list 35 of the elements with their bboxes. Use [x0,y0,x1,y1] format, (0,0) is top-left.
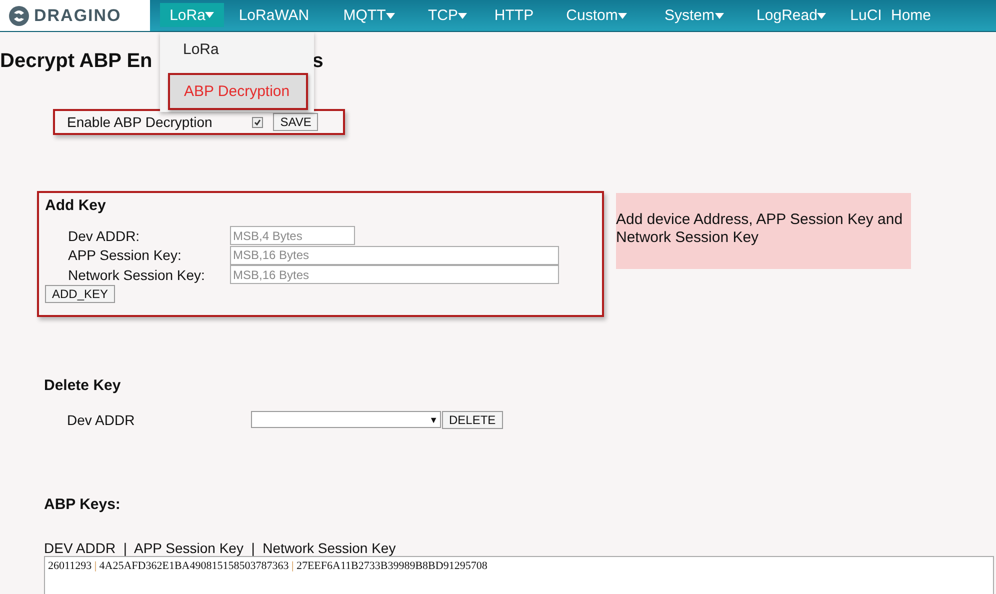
section-title: Delete Key [44,377,122,394]
add-key-button[interactable]: ADD_KEY [45,284,116,302]
enable-checkbox[interactable] [252,116,264,128]
field-label: APP Session Key: [67,247,182,264]
dragino-logo: DRAGINO [0,0,150,31]
nav-tab[interactable]: HTTP [481,0,547,31]
page-title: Decrypt ABP En [0,50,152,73]
field-label: Network Session Key: [67,266,206,283]
nav-tab[interactable]: TCP [414,0,481,31]
input-field[interactable]: MSB,4 Bytes [230,226,355,246]
enable-label: Enable ABP Decryption [67,114,212,130]
logo-icon [8,4,30,26]
dev-addr-select[interactable]: ▼ [251,411,441,428]
field-label: Dev ADDR [66,412,136,428]
nav-tab[interactable]: System [646,0,742,31]
menu-item[interactable]: ABP Decryption [168,73,308,110]
nav-tab[interactable]: LuCI [841,0,891,31]
column-header: DEV ADDR | APP Session Key | Network Session Key [44,540,397,556]
save-button[interactable]: SAVE [273,113,318,131]
delete-button[interactable]: DELETE [442,410,503,429]
nav-tab[interactable]: Custom [547,0,646,31]
menu-item[interactable]: LoRa [160,36,314,63]
input-field[interactable]: MSB,16 Bytes [230,265,559,284]
field-label: Dev ADDR: [67,228,141,244]
key-row-text: 26011293 | 4A25AFD362E1BA490815158503787363 | 27EEF6A11B2733B39989B8BD91295708 [48,560,488,572]
page-title: s [312,50,324,73]
nav-tab[interactable]: LoRaWAN [224,0,324,31]
section-title: Add Key [45,197,107,214]
nav-tab[interactable]: LoRa [160,3,224,27]
nav-tab[interactable]: LogRead [742,0,841,31]
nav-tab[interactable]: MQTT [324,0,414,31]
nav-tab[interactable]: Home [891,0,931,31]
hint-note: Add device Address, APP Session Key and Network Session Key [616,193,911,269]
section-title: ABP Keys: [44,496,122,512]
input-field[interactable]: MSB,16 Bytes [230,246,559,265]
